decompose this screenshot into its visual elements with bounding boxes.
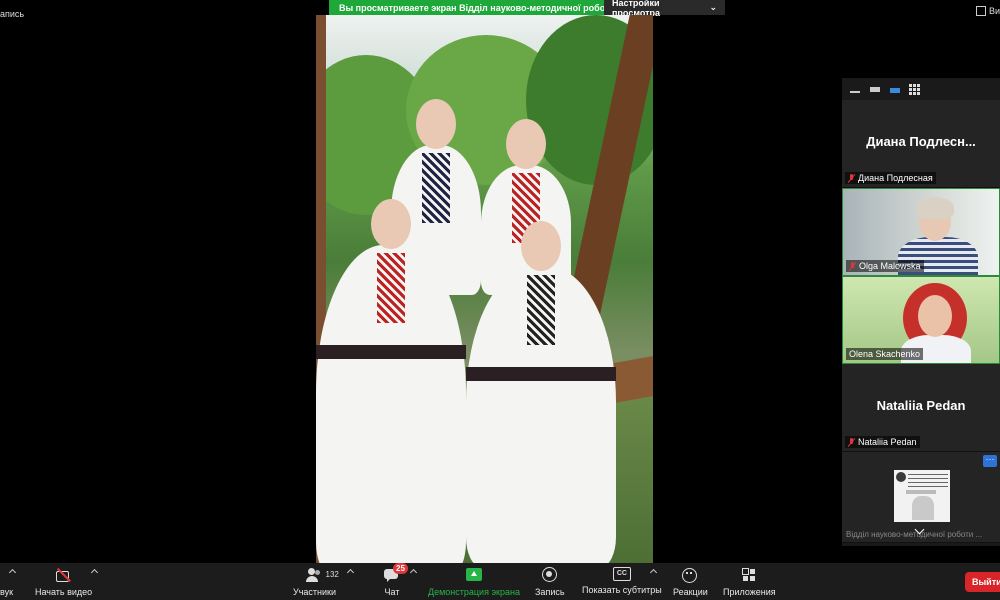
- thumbnail-logo: [896, 472, 906, 482]
- view-button[interactable]: Ви: [975, 6, 1000, 16]
- screen-share-banner: Вы просматриваете экран Відділ науково-м…: [329, 0, 725, 18]
- participant-big-name: Nataliia Pedan: [876, 398, 966, 413]
- chat-label: Чат: [384, 587, 400, 597]
- participant-tile[interactable]: Olga Malowska: [842, 188, 1000, 276]
- thumbnail-text-lines: [908, 473, 948, 487]
- strip-view-icon[interactable]: [869, 84, 882, 94]
- reactions-icon: [681, 567, 699, 583]
- share-banner-text: Вы просматриваете экран Відділ науково-м…: [339, 2, 604, 13]
- participant-video-hair: [916, 197, 954, 219]
- participant-name: Olena Skachenko: [849, 349, 921, 359]
- record-button[interactable]: Запись: [535, 567, 565, 597]
- share-banner-status: Вы просматриваете экран Відділ науково-м…: [329, 0, 604, 15]
- participant-video-face: [918, 295, 952, 337]
- thumbnail-bar: [906, 490, 936, 494]
- participants-options-caret[interactable]: [346, 568, 355, 577]
- participant-name-tag: Диана Подлесная: [845, 172, 936, 184]
- record-label: Запись: [535, 587, 565, 597]
- participant-tile[interactable]: Диана Подлесн... Диана Подлесная: [842, 100, 1000, 188]
- recording-label: апись: [0, 9, 25, 19]
- chat-icon: 25: [383, 563, 408, 583]
- view-settings-button[interactable]: Настройки просмотра ⌄: [604, 0, 725, 18]
- participants-label: Участники: [293, 587, 336, 597]
- panel-view-toolbar: [842, 78, 1000, 100]
- chat-button[interactable]: 25 Чат: [383, 563, 408, 597]
- share-screen-icon: [465, 567, 483, 583]
- minimize-icon[interactable]: [849, 84, 862, 94]
- shared-screen-video: [316, 15, 653, 563]
- participants-button[interactable]: 132 Участники: [293, 567, 339, 597]
- record-icon: [541, 567, 559, 583]
- share-screen-label: Демонстрация экрана: [428, 587, 520, 597]
- video-person: [466, 213, 616, 563]
- meeting-toolbar: вук Начать видео 132 Участники 25 Чат Де…: [0, 563, 1000, 600]
- participant-name-tag: Olena Skachenko: [846, 348, 924, 360]
- audio-button[interactable]: вук: [0, 587, 13, 597]
- closed-caption-icon: CC: [612, 567, 631, 581]
- apps-icon: [740, 567, 758, 583]
- gallery-view-icon[interactable]: [909, 84, 922, 95]
- chat-options-caret[interactable]: [409, 568, 418, 577]
- mic-muted-icon: [848, 173, 855, 183]
- participant-panel: Диана Подлесн... Диана Подлесная Olga Ma…: [842, 78, 1000, 546]
- shared-screen-thumbnail: [894, 470, 950, 522]
- mic-muted-icon: [848, 437, 855, 447]
- share-screen-button[interactable]: Демонстрация экрана: [428, 567, 520, 597]
- apps-label: Приложения: [723, 587, 776, 597]
- reactions-label: Реакции: [673, 587, 708, 597]
- shared-screen-thumbnail-tile[interactable]: ··· Відділ науково-методичної роботи ...: [842, 452, 1000, 543]
- participant-name: Nataliia Pedan: [858, 437, 917, 447]
- chevron-down-icon: ⌄: [709, 2, 717, 12]
- participant-tile[interactable]: Nataliia Pedan Nataliia Pedan: [842, 364, 1000, 452]
- participants-count: 132: [325, 570, 339, 579]
- camera-off-icon: [55, 567, 73, 583]
- speaker-view-icon[interactable]: [889, 84, 902, 94]
- view-grid-icon: [975, 6, 986, 16]
- audio-label: вук: [0, 587, 14, 597]
- start-video-label: Начать видео: [35, 587, 93, 597]
- participant-name-tag: Nataliia Pedan: [845, 436, 920, 448]
- mic-muted-icon: [849, 261, 856, 271]
- participant-name: Olga Malowska: [859, 261, 921, 271]
- video-person: [316, 191, 466, 563]
- audio-options-caret[interactable]: [8, 568, 17, 577]
- participant-name-tag: Olga Malowska: [846, 260, 924, 272]
- apps-button[interactable]: Приложения: [723, 567, 776, 597]
- thumbnail-photo: [912, 496, 934, 520]
- participant-big-name: Диана Подлесн...: [866, 134, 976, 149]
- view-label: Ви: [988, 6, 1000, 16]
- participants-icon: 132: [305, 567, 339, 583]
- more-options-button[interactable]: ···: [983, 455, 997, 467]
- start-video-button[interactable]: Начать видео: [35, 567, 92, 597]
- leave-meeting-button[interactable]: Выйти: [965, 572, 1000, 592]
- participant-name: Диана Подлесная: [858, 173, 933, 183]
- chat-unread-badge: 25: [393, 563, 408, 574]
- show-subtitles-label: Показать субтитры: [582, 585, 662, 595]
- reactions-button[interactable]: Реакции: [673, 567, 708, 597]
- participant-tile[interactable]: Olena Skachenko: [842, 276, 1000, 364]
